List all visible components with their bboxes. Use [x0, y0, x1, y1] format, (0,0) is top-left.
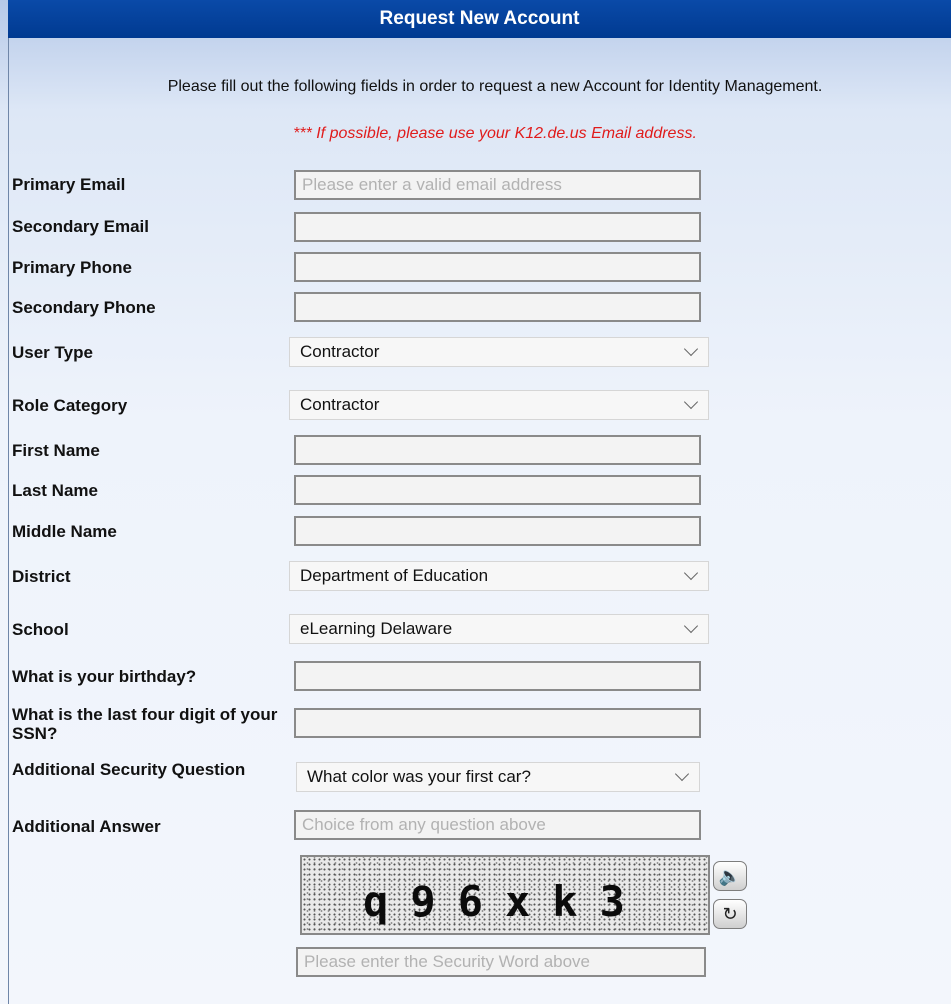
primary-email-input[interactable]: [294, 170, 701, 200]
chevron-down-icon: [674, 766, 690, 782]
middle-name-input[interactable]: [294, 516, 701, 546]
captcha-input[interactable]: [296, 947, 706, 977]
refresh-icon[interactable]: ↻: [713, 899, 747, 929]
first-name-input[interactable]: [294, 435, 701, 465]
primary-email-label: Primary Email: [12, 175, 126, 194]
ssn-label: What is the last four digit of your SSN?: [12, 705, 278, 743]
secondary-phone-label: Secondary Phone: [12, 298, 156, 317]
role-category-value: Contractor: [300, 395, 380, 414]
first-name-label: First Name: [12, 441, 100, 460]
last-name-input[interactable]: [294, 475, 701, 505]
email-note: *** If possible, please use your K12.de.…: [293, 125, 697, 142]
chevron-down-icon: [683, 565, 699, 581]
secondary-email-input[interactable]: [294, 212, 701, 242]
middle-name-label: Middle Name: [12, 522, 117, 541]
user-type-select[interactable]: Contractor: [289, 337, 709, 367]
secondary-email-label: Secondary Email: [12, 217, 150, 236]
captcha-text: q96xk3: [363, 877, 647, 926]
additional-answer-label: Additional Answer: [12, 817, 161, 836]
security-question-value: What color was your first car?: [307, 767, 531, 786]
role-category-label: Role Category: [12, 396, 128, 415]
school-value: eLearning Delaware: [300, 619, 453, 638]
speaker-icon[interactable]: 🔈: [713, 861, 747, 891]
chevron-down-icon: [683, 341, 699, 357]
intro-text: Please fill out the following fields in …: [167, 78, 823, 95]
chevron-down-icon: [683, 618, 699, 634]
panel-border: [8, 38, 9, 1004]
user-type-value: Contractor: [300, 342, 380, 361]
birthday-input[interactable]: [294, 661, 701, 691]
captcha-image: q96xk3: [300, 855, 710, 935]
role-category-select[interactable]: Contractor: [289, 390, 709, 420]
additional-answer-input[interactable]: [294, 810, 701, 840]
page-title: Request New Account: [8, 0, 951, 38]
secondary-phone-input[interactable]: [294, 292, 701, 322]
district-select[interactable]: Department of Education: [289, 561, 709, 591]
primary-phone-label: Primary Phone: [12, 258, 132, 277]
primary-phone-input[interactable]: [294, 252, 701, 282]
security-question-label: Additional Security Question: [12, 760, 246, 779]
school-label: School: [12, 620, 69, 639]
last-name-label: Last Name: [12, 481, 98, 500]
birthday-label: What is your birthday?: [12, 667, 197, 686]
district-value: Department of Education: [300, 566, 489, 585]
school-select[interactable]: eLearning Delaware: [289, 614, 709, 644]
user-type-label: User Type: [12, 343, 93, 362]
security-question-select[interactable]: What color was your first car?: [296, 762, 700, 792]
ssn-input[interactable]: [294, 708, 701, 738]
district-label: District: [12, 567, 71, 586]
chevron-down-icon: [683, 394, 699, 410]
